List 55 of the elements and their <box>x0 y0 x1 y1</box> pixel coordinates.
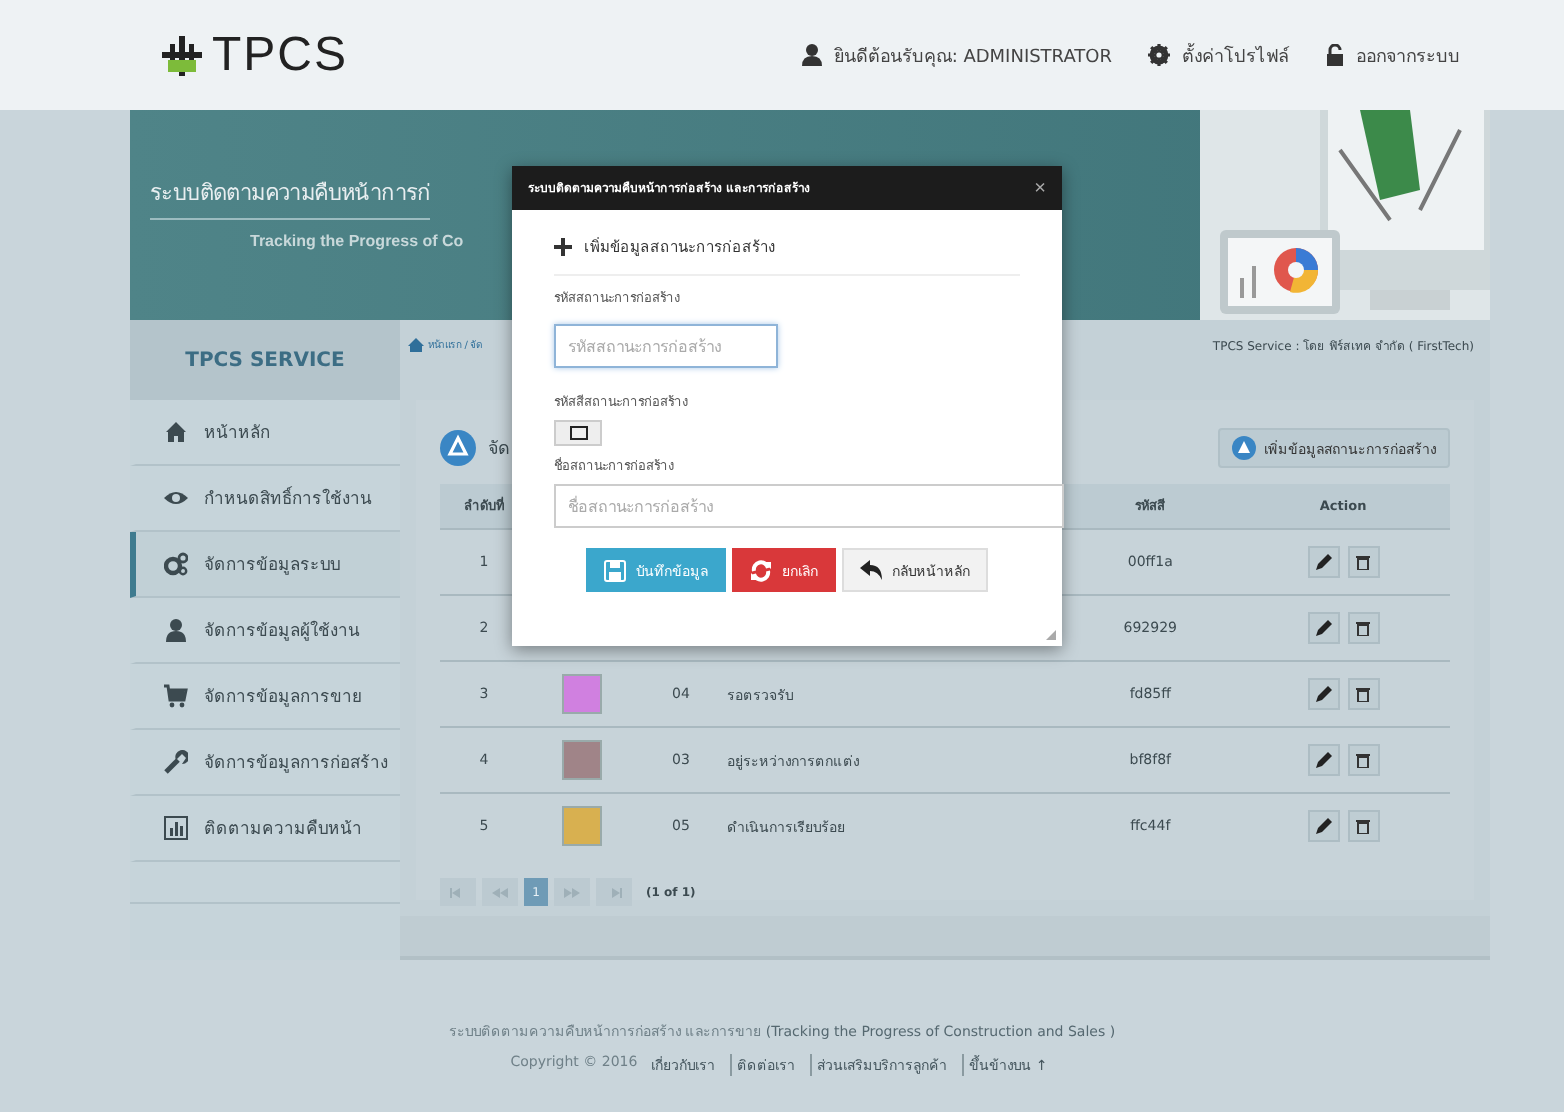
trash-icon <box>1356 620 1371 636</box>
edit-button[interactable] <box>1307 678 1340 710</box>
sidebar-title: TPCS SERVICE <box>130 320 400 400</box>
color-picker-button[interactable] <box>554 420 602 446</box>
delete-button[interactable] <box>1347 612 1380 644</box>
trash-icon <box>1356 686 1371 702</box>
pencil-icon <box>1315 818 1332 834</box>
arrow-icon <box>450 887 466 897</box>
save-icon <box>604 559 626 581</box>
banner-title: ระบบติดตามความคืบหน้าการก่ <box>150 174 431 220</box>
pencil-icon <box>1315 752 1332 768</box>
refresh-icon <box>750 559 772 581</box>
delete-button[interactable] <box>1347 678 1380 710</box>
settings-icon <box>1148 44 1170 66</box>
pencil-icon <box>1315 554 1332 570</box>
logo-text: TPCS <box>212 27 349 83</box>
trash-icon <box>1356 818 1371 834</box>
chart-icon <box>164 816 188 840</box>
home-icon <box>164 420 188 444</box>
cart-icon <box>164 684 188 708</box>
panel-title: จัด <box>488 438 510 462</box>
trash-icon <box>1356 752 1371 768</box>
arrow-icon <box>492 887 508 897</box>
logout-link[interactable]: ออกจากระบบ <box>1356 41 1460 69</box>
sidebar-item[interactable]: จัดการข้อมูลระบบ <box>130 532 400 598</box>
user-icon <box>164 618 188 642</box>
gears-icon <box>164 552 188 576</box>
delete-button[interactable] <box>1347 546 1380 578</box>
lock-icon <box>1326 44 1344 66</box>
eye-icon <box>164 486 188 510</box>
resize-handle-icon <box>1046 630 1056 640</box>
logo-icon <box>160 33 204 77</box>
edit-button[interactable] <box>1307 810 1340 842</box>
pencil-icon <box>1315 620 1332 636</box>
delete-button[interactable] <box>1347 744 1380 776</box>
home-icon <box>408 337 424 351</box>
profile-link[interactable]: ตั้งค่าโปรไฟล์ <box>1182 41 1290 69</box>
input-field[interactable]: ชื่อสถานะการก่อสร้าง <box>554 484 1064 528</box>
edit-button[interactable] <box>1307 546 1340 578</box>
close-button[interactable]: × <box>1034 177 1046 199</box>
input-field[interactable]: รหัสสถานะการก่อสร้าง <box>554 324 778 368</box>
arrow-icon <box>564 887 580 897</box>
wrench-icon <box>164 750 188 774</box>
user-icon <box>801 44 822 66</box>
welcome-text[interactable]: ยินดีต้อนรับคุณ: ADMINISTRATOR <box>833 41 1112 69</box>
pencil-icon <box>1315 686 1332 702</box>
delete-button[interactable] <box>1347 810 1380 842</box>
trash-icon <box>1356 554 1371 570</box>
edit-button[interactable] <box>1307 744 1340 776</box>
edit-button[interactable] <box>1307 612 1340 644</box>
plus-icon <box>554 237 572 255</box>
banner-subtitle: Tracking the Progress of Co <box>250 232 464 250</box>
reply-icon <box>860 559 882 581</box>
square-icon <box>569 426 587 440</box>
arrow-icon <box>606 887 622 897</box>
